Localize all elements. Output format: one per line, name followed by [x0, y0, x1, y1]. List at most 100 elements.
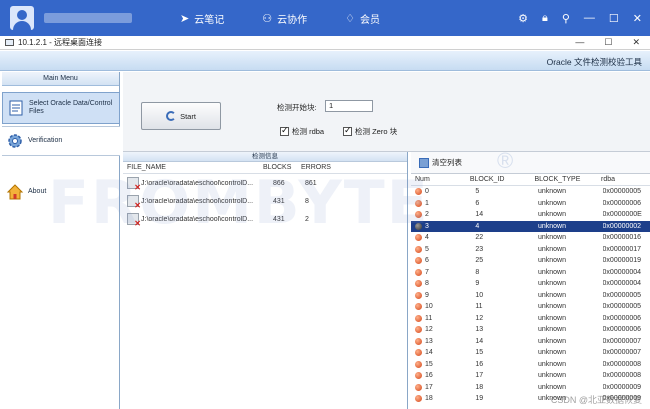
num-cell: 7	[425, 268, 429, 276]
maximize-icon[interactable]: ☐	[609, 12, 619, 25]
table-row[interactable]: 17 18 unknown 0x00000009	[411, 382, 650, 394]
rdba-cell: 0x00000008	[602, 372, 642, 380]
num-cell: 13	[425, 337, 433, 345]
block-id-cell: 9	[475, 280, 480, 288]
lock-icon[interactable]: 🔒︎	[542, 12, 548, 25]
column-file-name[interactable]: FILE_NAME	[123, 164, 263, 171]
remote-maximize-button[interactable]: ☐	[604, 37, 612, 48]
nav-label: 云协作	[277, 14, 308, 26]
shirt-icon[interactable]: ⚲	[562, 12, 570, 25]
status-dot-icon	[415, 395, 422, 403]
status-dot-icon	[415, 234, 422, 242]
column-blocks[interactable]: BLOCKS	[263, 164, 301, 171]
table-row[interactable]: 3 4 unknown 0x00000002	[411, 220, 650, 232]
table-row[interactable]: 7 8 unknown 0x00000004	[411, 267, 650, 279]
column-errors[interactable]: ERRORS	[301, 164, 341, 171]
num-cell: 12	[425, 326, 433, 334]
errors-cell: 2	[305, 215, 309, 223]
rdba-cell: 0x00000004	[602, 268, 642, 276]
rdba-cell: 0x00000005	[602, 303, 642, 311]
num-cell: 15	[425, 360, 433, 368]
start-button[interactable]: Start	[141, 102, 221, 130]
table-row[interactable]: 2 14 unknown 0x0000000E	[411, 209, 650, 221]
rdba-cell: 0x00000005	[602, 291, 642, 299]
table-row[interactable]: J:\oracle\oradata\eschool\controlD... 86…	[123, 174, 407, 192]
block-type-cell: unknown	[537, 222, 566, 230]
table-row[interactable]: 18 19 unknown 0x00000009	[411, 393, 650, 405]
table-row[interactable]: 5 23 unknown 0x00000017	[411, 244, 650, 256]
rdba-cell: 0x00000017	[602, 245, 642, 253]
avatar[interactable]	[10, 6, 34, 30]
check-rdba-checkbox[interactable]: 检测 rdba	[280, 125, 325, 137]
table-row[interactable]: 10 11 unknown 0x00000005	[411, 301, 650, 313]
remote-minimize-button[interactable]: —	[575, 37, 584, 48]
status-dot-icon	[415, 268, 422, 276]
block-id-cell: 16	[475, 360, 484, 368]
num-cell: 14	[425, 349, 433, 357]
rdba-cell: 0x00000007	[602, 349, 642, 357]
file-name-cell: J:\oracle\oradata\eschool\controlD...	[141, 197, 254, 205]
block-type-cell: unknown	[537, 395, 566, 403]
column-rdba[interactable]: rdba	[601, 176, 650, 183]
block-column-headers: Num BLOCK_ID BLOCK_TYPE rdba	[411, 174, 650, 186]
status-dot-icon	[415, 188, 422, 196]
table-row[interactable]: 4 22 unknown 0x00000016	[411, 232, 650, 244]
rdba-cell: 0x00000006	[602, 326, 642, 334]
diamond-icon: ♢	[345, 12, 355, 25]
check-zero-checkbox[interactable]: 检测 Zero 块	[343, 125, 397, 137]
table-row[interactable]: 16 17 unknown 0x00000008	[411, 370, 650, 382]
block-id-cell: 23	[475, 245, 484, 253]
block-id-cell: 8	[475, 268, 480, 276]
remote-close-button[interactable]: ✕	[632, 37, 640, 48]
block-id-cell: 14	[475, 211, 484, 219]
table-row[interactable]: 14 15 unknown 0x00000007	[411, 347, 650, 359]
close-icon[interactable]: ✕	[633, 12, 642, 25]
clear-list-button[interactable]: 清空列表	[411, 152, 650, 174]
checkbox-checked[interactable]	[280, 125, 289, 136]
start-block-input[interactable]: 1	[325, 100, 373, 112]
block-id-cell: 4	[475, 222, 480, 230]
block-id-cell: 11	[475, 303, 483, 311]
sidebar-item-about[interactable]: About	[2, 178, 120, 206]
table-row[interactable]: J:\oracle\oradata\eschool\controlD... 43…	[123, 210, 407, 228]
rdba-cell: 0x00000009	[602, 395, 642, 403]
check-rdba-label: 检测 rdba	[292, 127, 325, 136]
checkbox-checked[interactable]	[343, 125, 352, 136]
settings-icon[interactable]: ⚙	[518, 12, 528, 25]
table-row[interactable]: 12 13 unknown 0x00000006	[411, 324, 650, 336]
nav-member[interactable]: ♢ 会员	[345, 11, 380, 26]
block-id-cell: 13	[475, 326, 484, 334]
sidebar-item-select-files[interactable]: Select Oracle Data/Control Files	[2, 92, 120, 124]
column-block-id[interactable]: BLOCK_ID	[470, 176, 535, 183]
column-num[interactable]: Num	[411, 176, 470, 183]
nav-cloud-notes[interactable]: ➤ 云笔记	[180, 11, 224, 26]
block-type-cell: unknown	[537, 303, 566, 311]
table-row[interactable]: 8 9 unknown 0x00000004	[411, 278, 650, 290]
table-row[interactable]: 13 14 unknown 0x00000007	[411, 336, 650, 348]
nav-cloud-collab[interactable]: ⚇ 云协作	[262, 11, 307, 26]
num-cell: 10	[425, 303, 433, 311]
num-cell: 11	[425, 314, 433, 322]
column-block-type[interactable]: BLOCK_TYPE	[534, 176, 601, 183]
table-row[interactable]: 0 5 unknown 0x00000005	[411, 186, 650, 198]
rdba-cell: 0x00000005	[602, 188, 642, 196]
table-row[interactable]: J:\oracle\oradata\eschool\controlD... 43…	[123, 192, 407, 210]
status-dot-icon	[415, 245, 422, 253]
table-row[interactable]: 1 6 unknown 0x00000006	[411, 198, 650, 210]
sidebar-item-label: About	[28, 188, 47, 195]
minimize-icon[interactable]: —	[584, 12, 595, 25]
table-row[interactable]: 11 12 unknown 0x00000006	[411, 313, 650, 325]
table-row[interactable]: 9 10 unknown 0x00000005	[411, 290, 650, 302]
sidebar-item-verification[interactable]: Verification	[2, 126, 120, 156]
table-row[interactable]: 15 16 unknown 0x00000008	[411, 359, 650, 371]
block-type-cell: unknown	[537, 234, 566, 242]
gear-icon	[8, 134, 22, 148]
rdba-cell: 0x00000019	[602, 257, 642, 265]
sidebar-item-label: Select Oracle Data/Control Files	[29, 100, 113, 115]
status-dot-icon	[415, 326, 422, 334]
table-row[interactable]: 6 25 unknown 0x00000019	[411, 255, 650, 267]
num-cell: 4	[425, 234, 429, 242]
status-dot-icon	[415, 360, 422, 368]
home-icon	[6, 184, 24, 200]
rdba-cell: 0x00000004	[602, 280, 642, 288]
